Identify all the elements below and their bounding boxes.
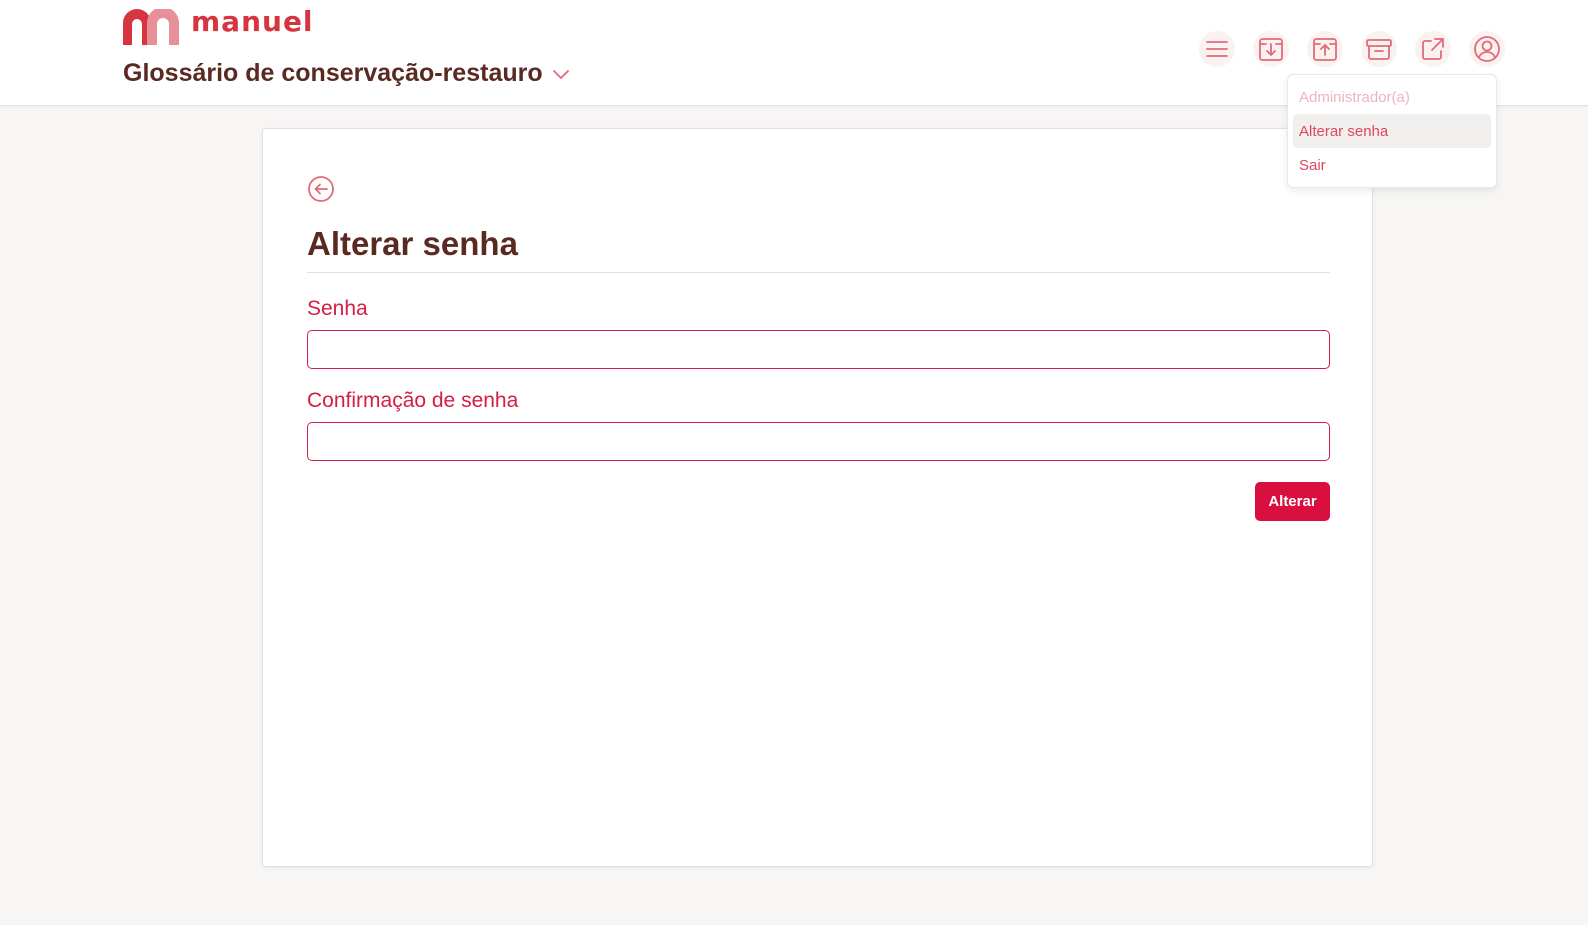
- external-link-icon: [1422, 38, 1444, 60]
- password-confirmation-input[interactable]: [307, 422, 1330, 461]
- menu-item-logout[interactable]: Sair: [1293, 148, 1491, 182]
- change-password-button[interactable]: Alterar: [1255, 482, 1330, 521]
- external-link-button[interactable]: [1415, 31, 1451, 67]
- user-role-label: Administrador(a): [1299, 88, 1410, 106]
- export-button[interactable]: [1307, 31, 1343, 67]
- change-password-card: Alterar senha Senha Confirmação de senha…: [262, 128, 1373, 867]
- import-button[interactable]: [1253, 31, 1289, 67]
- menu-item-change-password[interactable]: Alterar senha: [1293, 114, 1491, 148]
- logo-wordmark: manuel: [191, 5, 314, 38]
- user-dropdown-menu: Administrador(a) Alterar senha Sair: [1287, 74, 1497, 188]
- back-button[interactable]: [307, 175, 335, 203]
- user-menu-button[interactable]: [1469, 31, 1505, 67]
- title-divider: [307, 272, 1330, 273]
- arrow-left-circle-icon: [308, 176, 334, 202]
- password-confirmation-label: Confirmação de senha: [307, 389, 519, 412]
- export-icon: [1313, 38, 1337, 61]
- logo-mark-icon: [123, 9, 179, 45]
- menu-icon: [1206, 41, 1228, 57]
- archive-button[interactable]: [1361, 31, 1397, 67]
- password-label: Senha: [307, 297, 368, 320]
- chevron-down-icon: [552, 69, 569, 79]
- project-selector[interactable]: Glossário de conservação-restauro: [123, 59, 569, 88]
- password-input[interactable]: [307, 330, 1330, 369]
- header-toolbar: [1199, 31, 1505, 67]
- app-logo[interactable]: manuel: [123, 5, 314, 45]
- user-circle-icon: [1474, 36, 1500, 62]
- page-title: Alterar senha: [307, 225, 518, 262]
- menu-button[interactable]: [1199, 31, 1235, 67]
- import-icon: [1259, 38, 1283, 61]
- project-title: Glossário de conservação-restauro: [123, 59, 543, 87]
- archive-icon: [1366, 39, 1392, 60]
